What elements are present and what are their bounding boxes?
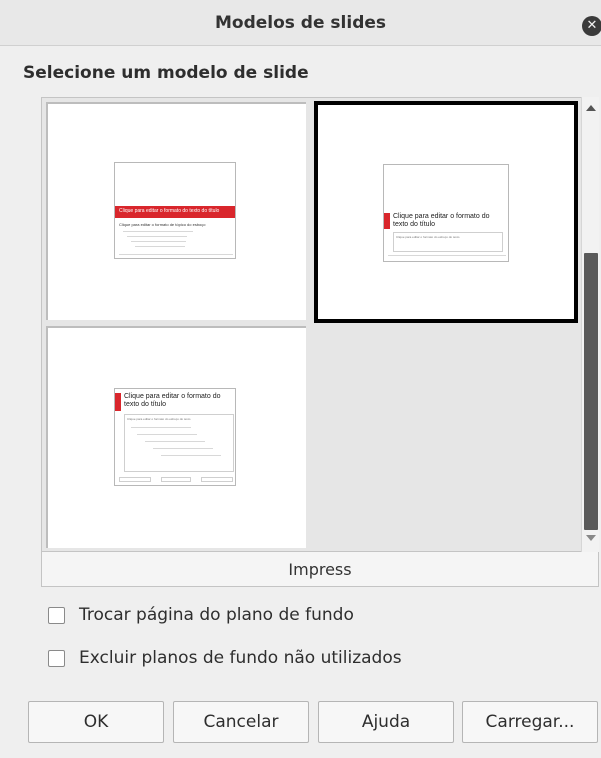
thumbnail-line: [123, 231, 193, 232]
thumbnail-line: [137, 434, 197, 435]
thumbnail-line: [119, 254, 233, 255]
swap-background-checkbox[interactable]: [48, 606, 65, 624]
title-accent-bar: [115, 393, 121, 411]
thumbnail-line: [127, 236, 187, 237]
section-heading: Selecione um modelo de slide: [23, 63, 309, 83]
swap-background-label[interactable]: Trocar página do plano de fundo: [79, 605, 354, 625]
thumbnail-body-text: Clique para editar o formato de tópico d…: [119, 222, 206, 227]
scroll-down-arrow-icon[interactable]: [586, 535, 596, 541]
template-item-2[interactable]: Clique para editar o formato do texto do…: [314, 101, 578, 323]
delete-unused-option[interactable]: Excluir planos de fundo não utilizados: [48, 646, 402, 670]
swap-background-option[interactable]: Trocar página do plano de fundo: [48, 603, 354, 627]
thumbnail-body-text: Clique para editar o formato do esboço d…: [396, 235, 460, 239]
gallery-scrollbar[interactable]: [581, 97, 599, 552]
thumbnail-title-text: Clique para editar o formato do texto do…: [124, 393, 221, 408]
cancel-button[interactable]: Cancelar: [173, 701, 309, 743]
dialog-titlebar: Modelos de slides ✕: [0, 0, 601, 46]
template-thumbnail: Clique para editar o formato do texto do…: [383, 164, 509, 262]
title-accent-bar: [384, 213, 390, 229]
thumbnail-line: [135, 246, 185, 247]
thumbnail-body-text: Clique para editar o formato do esboço d…: [127, 417, 191, 421]
close-icon[interactable]: ✕: [582, 16, 601, 36]
template-thumbnail: Clique para editar o formato do texto do…: [114, 162, 236, 259]
thumbnail-title-text: Clique para editar o formato do texto do…: [119, 208, 220, 214]
delete-unused-checkbox[interactable]: [48, 649, 65, 667]
thumbnail-line: [145, 441, 205, 442]
thumbnail-footer-line: [388, 255, 506, 256]
thumbnail-footer-box: [201, 477, 233, 482]
thumbnail-footer-box: [119, 477, 151, 482]
thumbnail-line: [131, 241, 186, 242]
thumbnail-line: [153, 448, 213, 449]
thumbnail-line: [131, 427, 191, 428]
thumbnail-line: [161, 455, 221, 456]
scroll-up-arrow-icon[interactable]: [586, 105, 596, 111]
category-label: Impress: [41, 552, 599, 587]
thumbnail-footer-box: [161, 477, 191, 482]
load-button[interactable]: Carregar...: [462, 701, 598, 743]
thumbnail-content-box: [124, 414, 234, 472]
ok-button[interactable]: OK: [28, 701, 164, 743]
dialog-title: Modelos de slides: [214, 13, 387, 33]
template-item-1[interactable]: Clique para editar o formato do texto do…: [46, 102, 306, 320]
help-button[interactable]: Ajuda: [318, 701, 454, 743]
template-item-3[interactable]: Clique para editar o formato do texto do…: [46, 326, 306, 548]
template-thumbnail: Clique para editar o formato do texto do…: [114, 388, 236, 486]
scrollbar-thumb[interactable]: [584, 253, 598, 530]
delete-unused-label[interactable]: Excluir planos de fundo não utilizados: [79, 648, 402, 668]
template-gallery: Clique para editar o formato do texto do…: [41, 97, 599, 552]
thumbnail-title-text: Clique para editar o formato do texto do…: [393, 213, 490, 228]
